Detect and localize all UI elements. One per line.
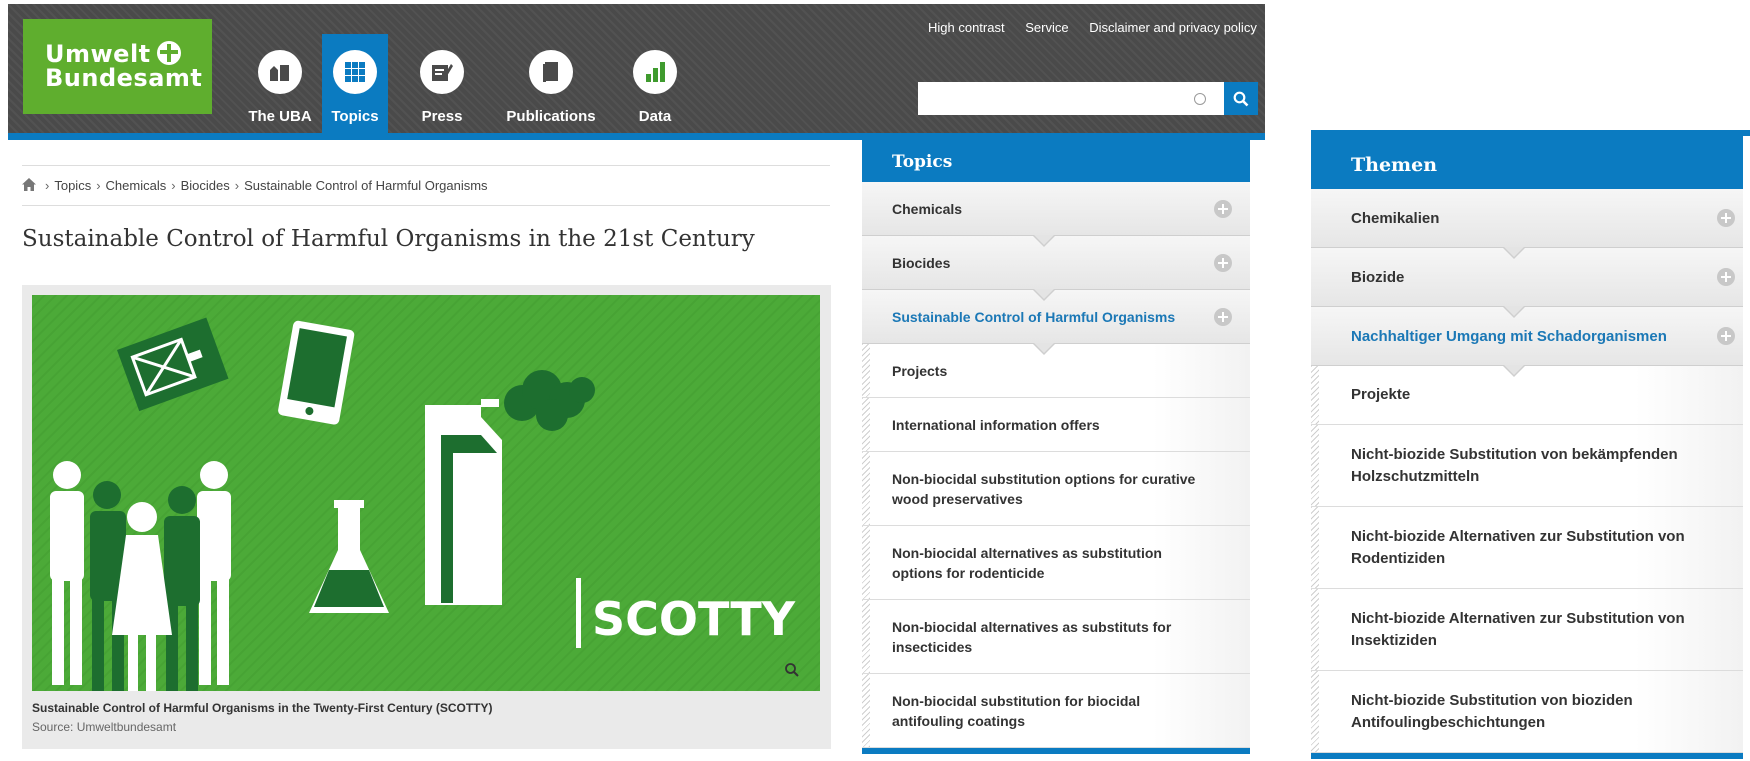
breadcrumb-current: Sustainable Control of Harmful Organisms (244, 178, 488, 193)
topic-label: Chemikalien (1351, 209, 1440, 227)
nav-label: Data (638, 108, 672, 125)
search-button[interactable] (1224, 82, 1258, 115)
scotty-illustration[interactable]: SCOTTY (32, 295, 820, 691)
disclaimer-link[interactable]: Disclaimer and privacy policy (1089, 20, 1257, 35)
topic-chemicals[interactable]: Chemicals (862, 182, 1250, 247)
breadcrumb-chemicals[interactable]: Chemicals (106, 178, 167, 193)
panel-footer-bar (862, 748, 1250, 754)
search-box (918, 82, 1224, 115)
subtopic-label: Non-biocidal substitution options for cu… (892, 470, 1196, 507)
uba-logo[interactable]: Umwelt Bundesamt (23, 19, 212, 114)
themen-heading-text: Themen (1351, 154, 1438, 176)
unterthema-insektizide[interactable]: Nicht-biozide Alternativen zur Substitut… (1311, 589, 1743, 671)
unterthema-rodentizide[interactable]: Nicht-biozide Alternativen zur Substitut… (1311, 507, 1743, 589)
topics-heading-text: Topics (892, 152, 953, 172)
nav-item-the-uba[interactable]: The UBA (240, 34, 320, 137)
search-icon (1233, 91, 1249, 106)
subtopic-label: Projects (892, 362, 948, 379)
nav-item-publications[interactable]: Publications (496, 34, 606, 137)
subtopic-rodenticide[interactable]: Non-biocidal alternatives as substitutio… (862, 526, 1250, 600)
figure-caption: Sustainable Control of Harmful Organisms… (32, 701, 493, 715)
unterthema-holzschutz[interactable]: Nicht-biozide Substitution von bekämpfen… (1311, 425, 1743, 507)
topic-label: Biocides (892, 254, 951, 271)
subtopic-label: Nicht-biozide Substitution von bioziden … (1351, 691, 1633, 731)
service-link[interactable]: Service (1025, 20, 1068, 35)
topics-panel: Topics Chemicals Biocides Sustainable Co… (862, 140, 1250, 754)
logo-text-bundesamt: Bundesamt (45, 64, 203, 92)
site-header: Umwelt Bundesamt The UBA Topics Press Pu… (8, 4, 1265, 137)
subtopic-label: Nicht-biozide Alternativen zur Substitut… (1351, 609, 1685, 649)
topic-sustainable-control[interactable]: Sustainable Control of Harmful Organisms (862, 290, 1250, 355)
figure-source: Source: Umweltbundesamt (32, 720, 177, 734)
nav-label: Topics (331, 108, 379, 125)
themen-panel-heading: Themen (1311, 130, 1743, 199)
breadcrumb-topics[interactable]: Topics (54, 178, 91, 193)
home-icon[interactable] (22, 177, 36, 194)
subtopic-label: Nicht-biozide Substitution von bekämpfen… (1351, 445, 1678, 485)
expand-plus-icon[interactable] (1214, 199, 1232, 218)
notepad-icon (420, 50, 464, 94)
expand-plus-icon[interactable] (1717, 327, 1735, 345)
breadcrumb: › Topics › Chemicals › Biocides › Sustai… (22, 165, 830, 206)
topic-label: Sustainable Control of Harmful Organisms (892, 308, 1176, 325)
nav-label: Publications (506, 108, 596, 125)
nav-item-topics[interactable]: Topics (322, 34, 388, 137)
unterthema-projekte[interactable]: Projekte (1311, 366, 1743, 425)
unterthema-antifouling[interactable]: Nicht-biozide Substitution von bioziden … (1311, 671, 1743, 753)
thema-schadorganismen[interactable]: Nachhaltiger Umgang mit Schadorganismen (1311, 307, 1743, 377)
themen-panel: Themen Chemikalien Biozide Nachhaltiger … (1311, 130, 1743, 759)
main-nav: The UBA Topics Press Publications Data (240, 34, 704, 137)
globe-icon (156, 41, 181, 65)
header-bar (8, 133, 1265, 140)
subtopic-projects[interactable]: Projects (862, 344, 1250, 398)
book-icon (529, 50, 573, 94)
subtopic-label: Non-biocidal alternatives as substituts … (892, 618, 1172, 655)
thema-biozide[interactable]: Biozide (1311, 248, 1743, 318)
panel-footer-bar (1311, 753, 1743, 759)
search-input[interactable] (918, 82, 1188, 115)
nav-item-data[interactable]: Data (606, 34, 704, 137)
thema-chemikalien[interactable]: Chemikalien (1311, 189, 1743, 259)
nav-label: The UBA (248, 108, 312, 125)
nav-item-press[interactable]: Press (388, 34, 496, 137)
subtopic-label: Non-biocidal alternatives as substitutio… (892, 544, 1162, 581)
expand-plus-icon[interactable] (1717, 209, 1735, 227)
subtopic-insecticides[interactable]: Non-biocidal alternatives as substituts … (862, 600, 1250, 674)
scotty-label: SCOTTY (592, 592, 796, 646)
breadcrumb-biocides[interactable]: Biocides (181, 178, 230, 193)
uba-page: Umwelt Bundesamt The UBA Topics Press Pu… (0, 0, 1265, 761)
topic-label: Chemicals (892, 200, 963, 217)
figure: SCOTTY Sustainable Control of Harmful Or… (22, 285, 831, 749)
expand-plus-icon[interactable] (1214, 307, 1232, 326)
subtopic-international[interactable]: International information offers (862, 398, 1250, 452)
topic-biocides[interactable]: Biocides (862, 236, 1250, 301)
subtopic-antifouling[interactable]: Non-biocidal substitution for biocidal a… (862, 674, 1250, 748)
grid-icon (333, 50, 377, 94)
topic-label: Biozide (1351, 268, 1405, 286)
subtopic-label: Nicht-biozide Alternativen zur Substitut… (1351, 527, 1685, 567)
bar-chart-icon (633, 50, 677, 94)
expand-plus-icon[interactable] (1214, 253, 1232, 272)
zoom-icon[interactable] (784, 662, 800, 683)
subtopic-label: Non-biocidal substitution for biocidal a… (892, 692, 1141, 729)
page-title: Sustainable Control of Harmful Organisms… (22, 226, 755, 252)
topics-panel-heading: Topics (862, 140, 1250, 192)
expand-plus-icon[interactable] (1717, 268, 1735, 286)
topic-label: Nachhaltiger Umgang mit Schadorganismen (1351, 327, 1667, 345)
subtopic-label: International information offers (892, 416, 1100, 433)
utility-links: High contrast Service Disclaimer and pri… (928, 20, 1257, 35)
building-icon (258, 50, 302, 94)
clear-search-icon[interactable] (1194, 93, 1206, 105)
subtopic-wood-preservatives[interactable]: Non-biocidal substitution options for cu… (862, 452, 1250, 526)
nav-label: Press (421, 108, 463, 125)
subtopic-label: Projekte (1351, 386, 1411, 403)
high-contrast-link[interactable]: High contrast (928, 20, 1005, 35)
